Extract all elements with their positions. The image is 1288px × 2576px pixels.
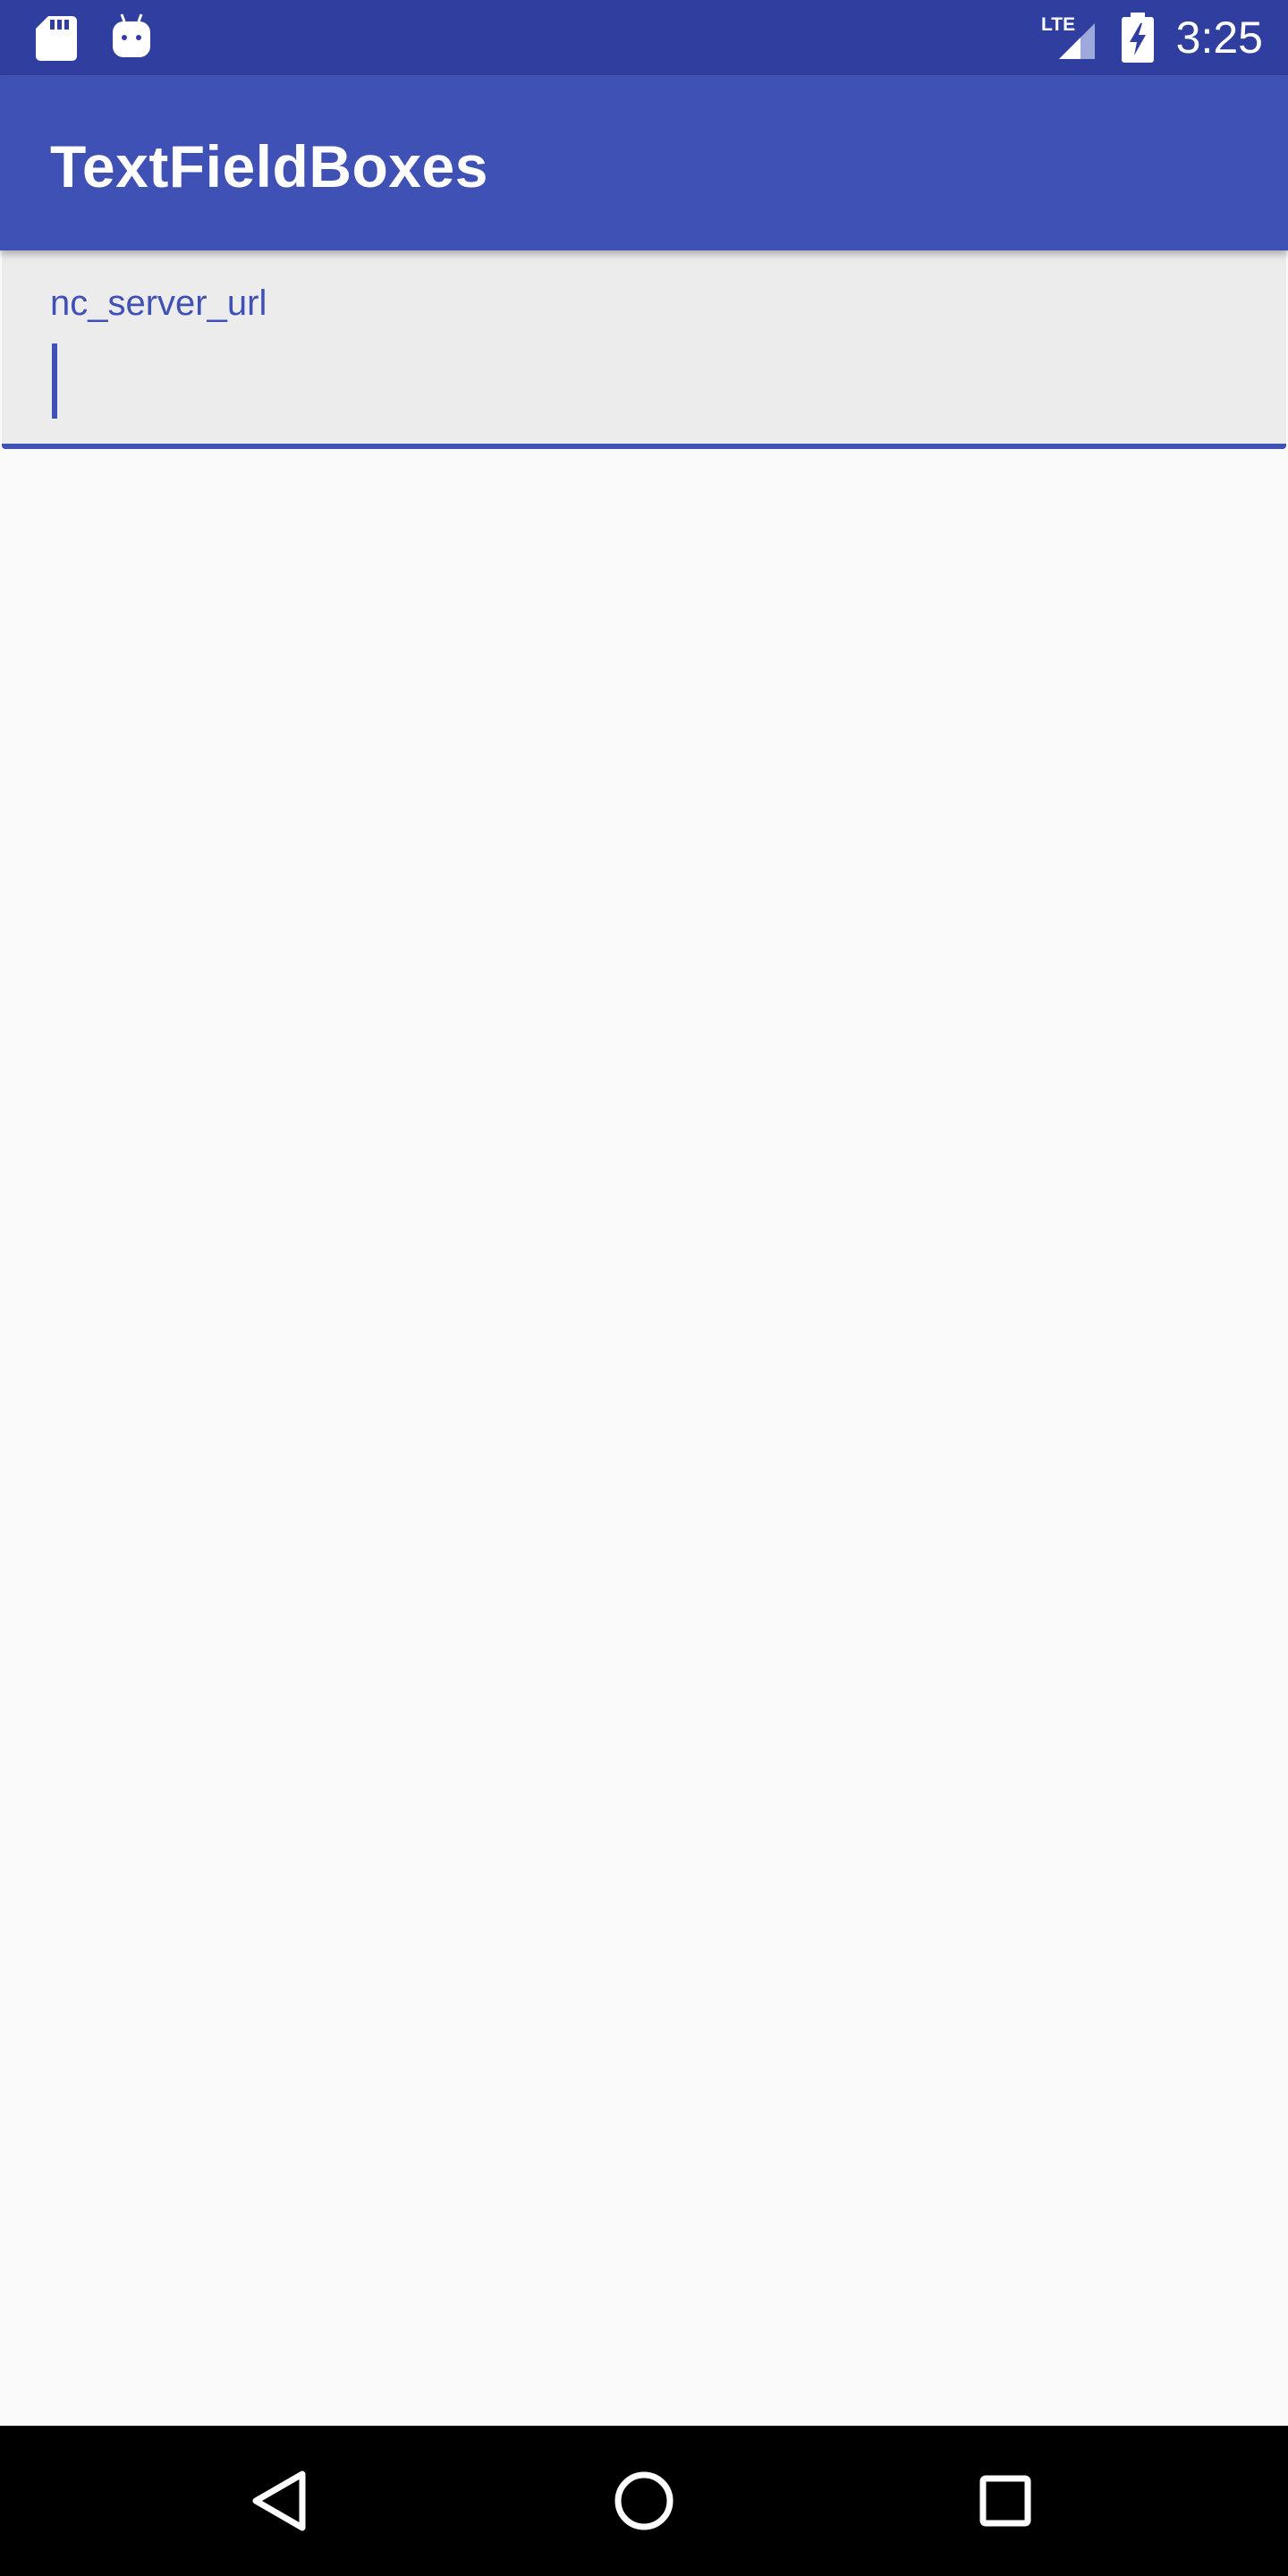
back-button[interactable] <box>238 2456 327 2546</box>
app-bar: TextFieldBoxes <box>0 75 1288 250</box>
battery-charging-icon <box>1122 13 1154 63</box>
home-button[interactable] <box>599 2456 689 2546</box>
text-cursor <box>52 343 57 419</box>
app-title: TextFieldBoxes <box>50 133 488 199</box>
text-field-label: nc_server_url <box>50 284 267 323</box>
navigation-bar <box>0 2426 1288 2576</box>
status-time: 3:25 <box>1175 13 1263 63</box>
android-debug-icon <box>113 13 150 57</box>
recents-button[interactable] <box>961 2456 1050 2546</box>
lte-signal-icon: LTE <box>1041 14 1095 59</box>
lte-label: LTE <box>1041 14 1075 35</box>
sd-card-icon <box>36 16 77 61</box>
status-bar: LTE 3:25 <box>0 0 1288 75</box>
text-field-box[interactable]: nc_server_url <box>2 250 1286 449</box>
